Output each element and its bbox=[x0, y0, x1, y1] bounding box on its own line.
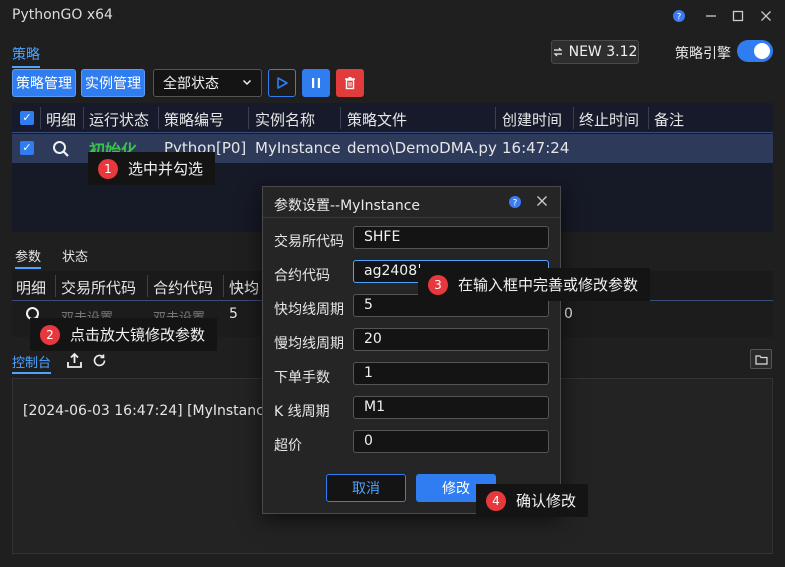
chevron-down-icon bbox=[242, 76, 252, 90]
col-created[interactable]: 创建时间 bbox=[502, 109, 562, 130]
maximize-icon[interactable] bbox=[728, 6, 748, 26]
minimize-icon[interactable] bbox=[701, 6, 721, 26]
col-contract[interactable]: 合约代码 bbox=[153, 277, 213, 298]
callout-1: 1 选中并勾选 bbox=[88, 152, 216, 185]
field-label-order-volume: 下单手数 bbox=[274, 370, 330, 386]
callout-2: 2 点击放大镜修改参数 bbox=[30, 318, 218, 351]
version-button[interactable]: NEW 3.12 bbox=[551, 40, 639, 64]
col-status[interactable]: 运行状态 bbox=[89, 109, 149, 130]
created-cell: 16:47:24 bbox=[502, 139, 570, 157]
step-badge: 2 bbox=[40, 324, 60, 345]
help-icon[interactable]: ? bbox=[669, 6, 689, 26]
tab-strategy[interactable]: 策略 bbox=[12, 44, 40, 68]
field-label-exchange: 交易所代码 bbox=[274, 234, 344, 250]
col-fast[interactable]: 快均 bbox=[229, 277, 259, 298]
magnifier-icon[interactable] bbox=[52, 140, 70, 162]
select-all-checkbox[interactable]: ✓ bbox=[20, 111, 34, 125]
engine-label: 策略引擎 bbox=[675, 46, 731, 62]
window-title: PythonGO x64 bbox=[12, 7, 113, 23]
toggle-knob bbox=[754, 43, 770, 59]
col-terminated[interactable]: 终止时间 bbox=[579, 109, 639, 130]
status-select[interactable]: 全部状态 bbox=[153, 69, 262, 97]
svg-text:?: ? bbox=[513, 199, 518, 209]
col-detail[interactable]: 明细 bbox=[16, 277, 46, 298]
close-icon[interactable] bbox=[536, 192, 548, 211]
pause-button[interactable] bbox=[302, 69, 330, 97]
col-detail[interactable]: 明细 bbox=[46, 109, 76, 130]
col-sep bbox=[648, 107, 649, 129]
callout-text: 在输入框中完善或修改参数 bbox=[458, 276, 639, 294]
col-sep bbox=[495, 107, 496, 129]
version-label: NEW 3.12 bbox=[568, 44, 638, 60]
swap-icon bbox=[553, 47, 563, 57]
order-volume-input[interactable]: 1 bbox=[353, 362, 549, 385]
strategy-table-header: ✓ 明细 运行状态 策略编号 实例名称 策略文件 创建时间 终止时间 备注 bbox=[12, 103, 773, 133]
col-sep bbox=[40, 107, 41, 129]
col-sep bbox=[573, 107, 574, 129]
col-strategy-id[interactable]: 策略编号 bbox=[164, 109, 224, 130]
console-line: [2024-06-03 16:47:24] [MyInstance] bbox=[23, 403, 278, 419]
callout-4: 4 确认修改 bbox=[476, 484, 589, 517]
field-label-over-price: 超价 bbox=[274, 438, 302, 454]
dialog-title: 参数设置--MyInstance bbox=[274, 198, 421, 214]
cancel-button[interactable]: 取消 bbox=[326, 474, 406, 502]
col-exchange[interactable]: 交易所代码 bbox=[61, 277, 136, 298]
params-dialog: 参数设置--MyInstance ? 交易所代码 SHFE 合约代码 ag240… bbox=[262, 186, 561, 514]
col-instance[interactable]: 实例名称 bbox=[255, 109, 315, 130]
col-sep bbox=[158, 107, 159, 129]
engine-toggle[interactable] bbox=[737, 40, 773, 62]
callout-text: 确认修改 bbox=[516, 492, 577, 510]
kline-period-input[interactable]: M1 bbox=[353, 396, 549, 419]
step-badge: 1 bbox=[98, 158, 118, 179]
fast-cell: 5 bbox=[229, 306, 238, 322]
close-icon[interactable] bbox=[756, 6, 776, 26]
step-badge: 3 bbox=[428, 274, 448, 295]
over-price-input[interactable]: 0 bbox=[353, 430, 549, 453]
field-label-kline-period: K 线周期 bbox=[274, 404, 330, 420]
title-bar: PythonGO x64 ? bbox=[0, 0, 785, 32]
field-label-slow-period: 慢均线周期 bbox=[274, 336, 344, 352]
last-cell: 0 bbox=[564, 306, 573, 322]
col-sep bbox=[223, 275, 224, 297]
status-select-value: 全部状态 bbox=[163, 76, 219, 92]
col-note[interactable]: 备注 bbox=[654, 109, 684, 130]
svg-text:?: ? bbox=[677, 13, 682, 23]
play-icon bbox=[277, 77, 288, 89]
col-sep bbox=[55, 275, 56, 297]
col-sep bbox=[147, 275, 148, 297]
instance-cell: MyInstance bbox=[255, 139, 341, 157]
callout-text: 选中并勾选 bbox=[128, 160, 204, 178]
col-sep bbox=[83, 107, 84, 129]
row-checkbox[interactable]: ✓ bbox=[20, 141, 34, 155]
tab-params[interactable]: 参数 bbox=[15, 246, 42, 269]
help-icon[interactable]: ? bbox=[508, 195, 522, 213]
col-sep bbox=[340, 107, 341, 129]
step-badge: 4 bbox=[486, 490, 506, 511]
refresh-icon[interactable] bbox=[92, 353, 107, 372]
col-file[interactable]: 策略文件 bbox=[347, 109, 407, 130]
file-cell: demo\DemoDMA.py bbox=[347, 139, 497, 157]
divider bbox=[263, 217, 560, 218]
run-button[interactable] bbox=[268, 69, 296, 97]
tab-console[interactable]: 控制台 bbox=[12, 352, 52, 374]
tab-status[interactable]: 状态 bbox=[62, 246, 88, 265]
delete-button[interactable] bbox=[336, 69, 364, 97]
callout-text: 点击放大镜修改参数 bbox=[70, 326, 206, 344]
col-sep bbox=[248, 107, 249, 129]
strategy-mgmt-button[interactable]: 策略管理 bbox=[12, 69, 76, 97]
slow-period-input[interactable]: 20 bbox=[353, 328, 549, 351]
instance-mgmt-button[interactable]: 实例管理 bbox=[81, 69, 145, 97]
trash-icon bbox=[345, 77, 355, 90]
open-folder-button[interactable] bbox=[750, 349, 772, 369]
callout-3: 3 在输入框中完善或修改参数 bbox=[418, 268, 651, 301]
contract-input-value: ag2408 bbox=[364, 263, 418, 279]
field-label-fast-period: 快均线周期 bbox=[274, 302, 344, 318]
folder-icon bbox=[754, 354, 768, 365]
pause-icon bbox=[312, 78, 320, 88]
field-label-contract: 合约代码 bbox=[274, 268, 330, 284]
exchange-input[interactable]: SHFE bbox=[353, 226, 549, 249]
export-icon[interactable] bbox=[66, 352, 83, 373]
